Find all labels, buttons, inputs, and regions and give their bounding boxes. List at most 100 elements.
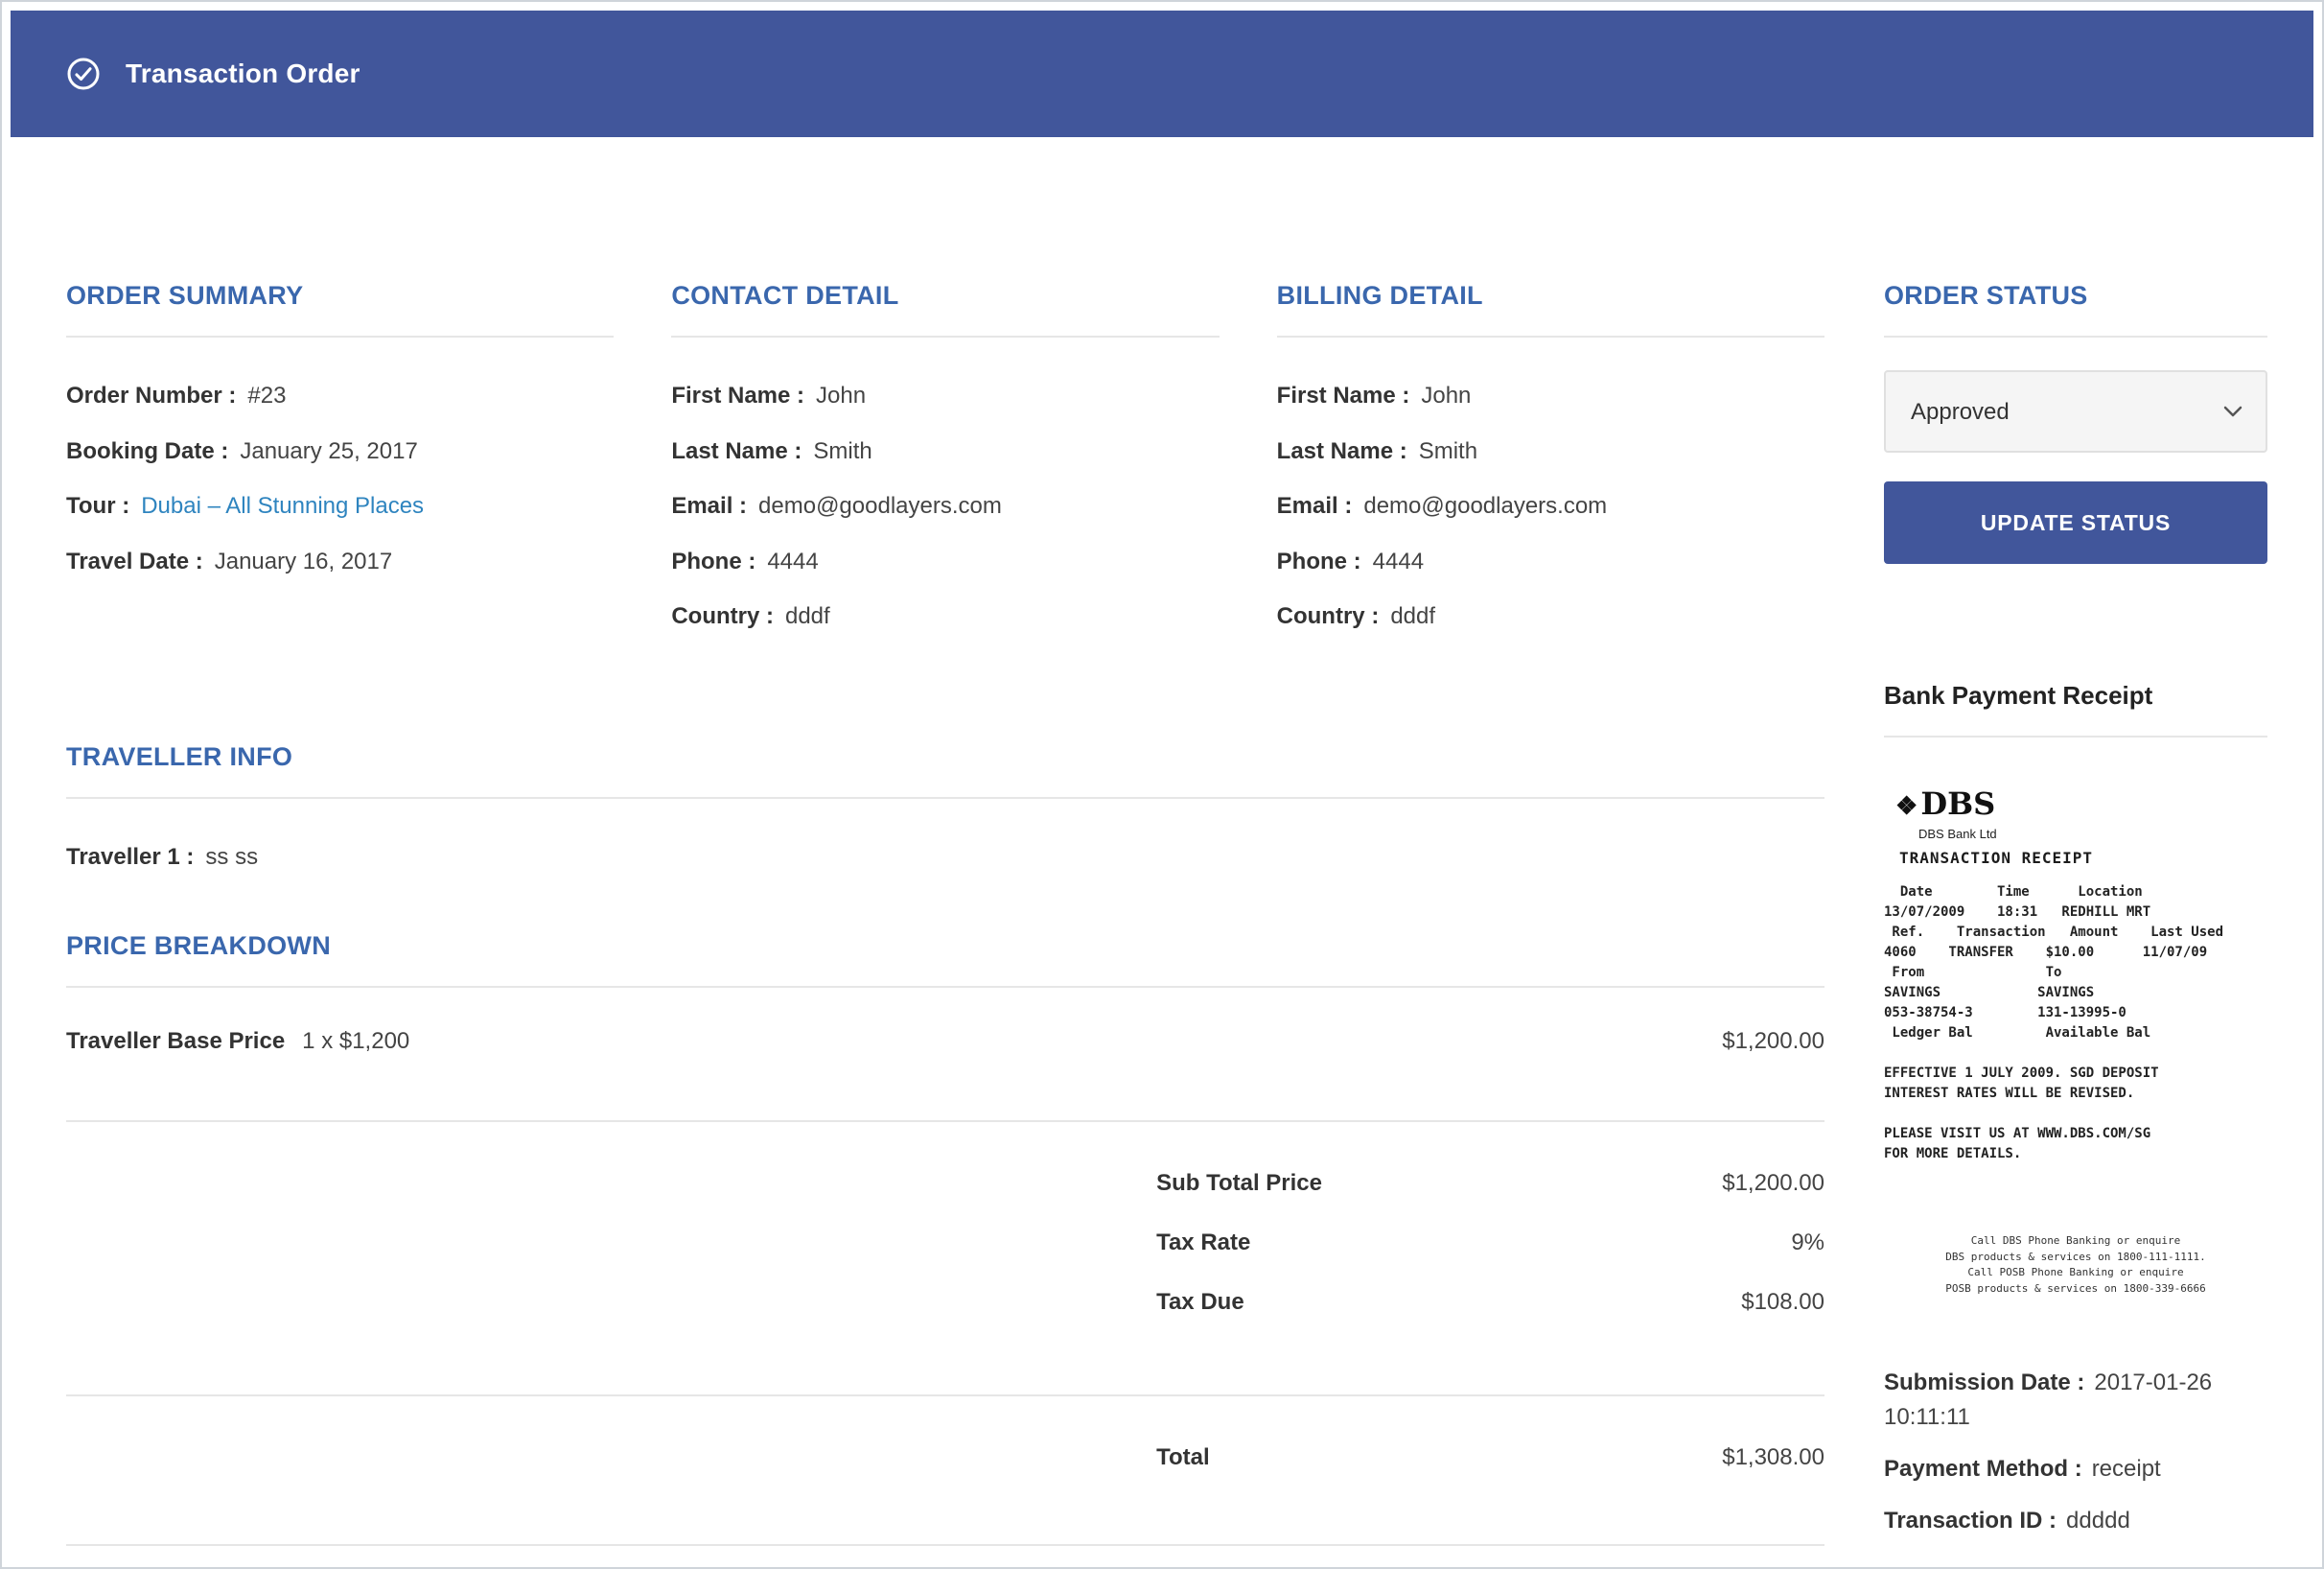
page-title: Transaction Order <box>126 59 360 89</box>
billing-detail-heading: BILLING DETAIL <box>1277 281 1824 311</box>
bank-receipt-image: ❖ DBS DBS Bank Ltd TRANSACTION RECEIPT D… <box>1884 785 2267 1297</box>
field-label: Country : <box>671 603 774 629</box>
country-field: Country : dddf <box>1277 600 1824 633</box>
field-value: January 25, 2017 <box>240 438 417 464</box>
travel-date-field: Travel Date : January 16, 2017 <box>66 546 614 578</box>
field-label: Traveller 1 : <box>66 844 194 870</box>
field-value: receipt <box>2092 1456 2161 1482</box>
check-circle-icon <box>66 57 101 91</box>
field-label: Payment Method : <box>1884 1456 2082 1482</box>
field-label: Phone : <box>1277 549 1361 574</box>
field-label: First Name : <box>671 383 804 409</box>
divider <box>671 336 1219 338</box>
field-label: Phone : <box>671 549 755 574</box>
order-status-sidebar: ORDER STATUS Approved UPDATE STATUS Bank… <box>1884 281 2267 1556</box>
tax-rate-value: 9% <box>1250 1229 1824 1256</box>
bank-receipt-heading: Bank Payment Receipt <box>1884 681 2267 711</box>
page-header: Transaction Order <box>11 11 2313 137</box>
field-label: Email : <box>1277 493 1353 519</box>
field-value: 4444 <box>1373 549 1424 574</box>
first-name-field: First Name : John <box>671 380 1219 412</box>
field-value: January 16, 2017 <box>215 549 392 574</box>
transaction-order-page: Transaction Order ORDER SUMMARY Order Nu… <box>0 0 2324 1569</box>
field-value: 4444 <box>767 549 818 574</box>
line-item-qty: 1 x $1,200 <box>302 1028 409 1055</box>
subtotal-value: $1,200.00 <box>1322 1170 1824 1197</box>
billing-detail-fields: First Name : John Last Name :Smith Email … <box>1277 380 1824 633</box>
detail-columns: ORDER SUMMARY Order Number : #23 Booking … <box>66 281 1824 656</box>
total-row: Total $1,308.00 <box>66 1396 1824 1519</box>
price-breakdown-section: PRICE BREAKDOWN Traveller Base Price 1 x… <box>66 931 1824 1546</box>
contact-detail-fields: First Name : John Last Name : Smith Email … <box>671 380 1219 633</box>
order-status-select[interactable]: Approved <box>1884 370 2267 453</box>
contact-detail-section: CONTACT DETAIL First Name :John Last Nam… <box>671 281 1219 656</box>
status-select-wrap: Approved <box>1884 370 2267 453</box>
field-value: John <box>816 383 866 409</box>
divider <box>66 336 614 338</box>
divider <box>1884 336 2267 338</box>
content-area: ORDER SUMMARY Order Number : #23 Booking … <box>11 137 2313 1556</box>
price-breakdown-heading: PRICE BREAKDOWN <box>66 931 1824 961</box>
field-label: Submission Date : <box>1884 1370 2084 1395</box>
field-label: Booking Date : <box>66 438 228 464</box>
tax-rate-label: Tax Rate <box>1156 1229 1250 1256</box>
divider <box>66 797 1824 799</box>
field-label: Order Number : <box>66 383 236 409</box>
divider <box>1884 736 2267 738</box>
phone-field: Phone : 4444 <box>671 546 1219 578</box>
traveller-info-fields: Traveller 1 : ss ss <box>66 841 1824 874</box>
tour-field: Tour :Dubai – All Stunning Places <box>66 490 614 523</box>
field-label: Last Name : <box>671 438 802 464</box>
field-label: Transaction ID : <box>1884 1508 2057 1534</box>
price-summary: Sub Total Price $1,200.00 Tax Rate 9% Ta… <box>66 1122 1824 1370</box>
field-value: Smith <box>1419 438 1477 464</box>
dbs-logo-icon: ❖ <box>1895 792 1917 821</box>
payment-method-field: Payment Method : receipt <box>1884 1452 2267 1487</box>
field-value: Smith <box>813 438 872 464</box>
divider <box>66 1544 1824 1546</box>
tax-due-row: Tax Due $108.00 <box>66 1289 1824 1316</box>
divider <box>1277 336 1824 338</box>
field-value: ddddd <box>2066 1508 2130 1534</box>
field-value: #23 <box>247 383 286 409</box>
first-name-field: First Name : John <box>1277 380 1824 412</box>
update-status-button[interactable]: UPDATE STATUS <box>1884 481 2267 564</box>
dbs-logo: ❖ DBS <box>1895 785 2267 822</box>
order-number-field: Order Number : #23 <box>66 380 614 412</box>
tour-link[interactable]: Dubai – All Stunning Places <box>141 493 424 519</box>
traveller-info-section: TRAVELLER INFO Traveller 1 : ss ss <box>66 742 1824 874</box>
field-value: John <box>1421 383 1471 409</box>
field-label: First Name : <box>1277 383 1410 409</box>
subtotal-row: Sub Total Price $1,200.00 <box>66 1170 1824 1197</box>
traveller-info-heading: TRAVELLER INFO <box>66 742 1824 772</box>
line-item-amount: $1,200.00 <box>1722 1028 1824 1055</box>
line-item-label: Traveller Base Price <box>66 1028 285 1055</box>
order-status-heading: ORDER STATUS <box>1884 281 2267 311</box>
field-label: Email : <box>671 493 747 519</box>
field-label: Travel Date : <box>66 549 203 574</box>
dbs-logo-text: DBS <box>1920 785 1995 822</box>
order-summary-heading: ORDER SUMMARY <box>66 281 614 311</box>
receipt-title: TRANSACTION RECEIPT <box>1899 849 2267 867</box>
field-value: dddf <box>785 603 830 629</box>
receipt-bank-name: DBS Bank Ltd <box>1918 827 2267 841</box>
booking-date-field: Booking Date : January 25, 2017 <box>66 435 614 468</box>
tax-due-label: Tax Due <box>1156 1289 1244 1316</box>
subtotal-label: Sub Total Price <box>1156 1170 1322 1197</box>
last-name-field: Last Name : Smith <box>671 435 1219 468</box>
field-value: dddf <box>1390 603 1435 629</box>
email-field: Email : demo@goodlayers.com <box>1277 490 1824 523</box>
country-field: Country : dddf <box>671 600 1219 633</box>
field-label: Country : <box>1277 603 1380 629</box>
order-summary-fields: Order Number : #23 Booking Date : January … <box>66 380 614 577</box>
traveller-1-field: Traveller 1 : ss ss <box>66 841 1824 874</box>
last-name-field: Last Name :Smith <box>1277 435 1824 468</box>
tax-rate-row: Tax Rate 9% <box>66 1229 1824 1256</box>
billing-detail-section: BILLING DETAIL First Name : John Last Nam… <box>1277 281 1824 656</box>
total-label: Total <box>1156 1444 1210 1471</box>
field-value: ss ss <box>205 844 258 870</box>
receipt-footer-text: Call DBS Phone Banking or enquire DBS pr… <box>1884 1233 2267 1297</box>
field-value: demo@goodlayers.com <box>758 493 1002 519</box>
field-value: demo@goodlayers.com <box>1363 493 1607 519</box>
payment-meta-fields: Submission Date :2017-01-26 10:11:11 Pay… <box>1884 1366 2267 1538</box>
